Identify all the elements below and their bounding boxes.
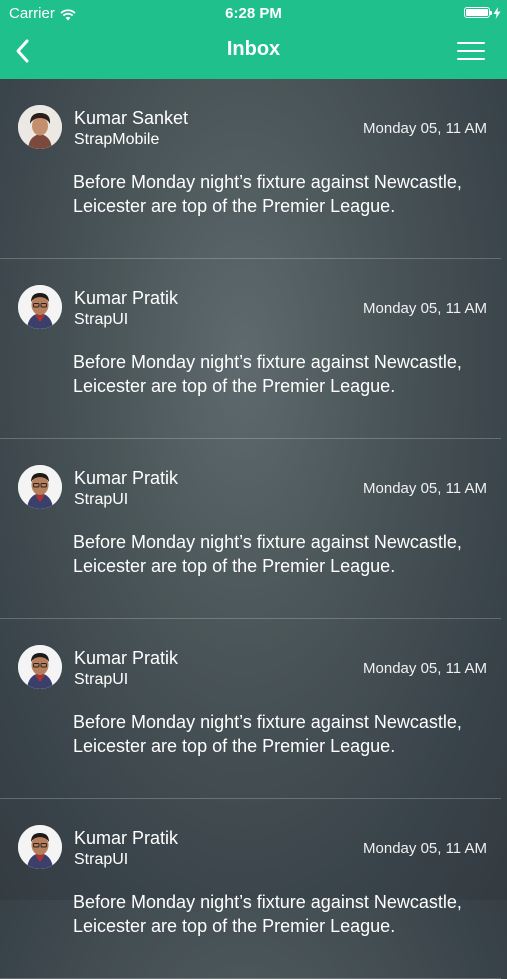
message-preview: Before Monday night’s fixture against Ne… — [73, 352, 462, 396]
sender-name: Kumar Pratik — [74, 468, 179, 488]
sender-name: Kumar Sanket — [74, 108, 189, 128]
avatar — [18, 285, 62, 329]
sender-name: Kumar Pratik — [74, 828, 179, 848]
status-time: 6:28 PM — [225, 5, 282, 22]
menu-button[interactable] — [457, 40, 487, 62]
sender-name: Kumar Pratik — [74, 288, 179, 308]
page-title: Inbox — [226, 38, 281, 60]
hamburger-menu-icon — [457, 42, 485, 44]
avatar — [18, 645, 62, 689]
message-item[interactable]: Kumar Sanket StrapMobile Monday 05, 11 A… — [0, 79, 501, 259]
charging-bolt-icon — [493, 6, 501, 19]
message-list: Kumar Sanket StrapMobile Monday 05, 11 A… — [0, 79, 507, 979]
sender-organization: StrapMobile — [74, 131, 160, 148]
message-timestamp: Monday 05, 11 AM — [363, 660, 487, 677]
message-timestamp: Monday 05, 11 AM — [363, 480, 487, 497]
message-preview: Before Monday night’s fixture against Ne… — [73, 172, 462, 216]
sender-name: Kumar Pratik — [74, 648, 179, 668]
message-item[interactable]: Kumar Pratik StrapUI Monday 05, 11 AM Be… — [0, 799, 501, 979]
message-timestamp: Monday 05, 11 AM — [363, 840, 487, 857]
sender-organization: StrapUI — [74, 491, 129, 508]
message-preview: Before Monday night’s fixture against Ne… — [73, 532, 462, 576]
message-timestamp: Monday 05, 11 AM — [363, 120, 487, 137]
message-item[interactable]: Kumar Pratik StrapUI Monday 05, 11 AM Be… — [0, 259, 501, 439]
sender-organization: StrapUI — [74, 311, 129, 328]
message-timestamp: Monday 05, 11 AM — [363, 300, 487, 317]
avatar — [18, 825, 62, 869]
battery-icon — [464, 6, 492, 18]
message-item[interactable]: Kumar Pratik StrapUI Monday 05, 11 AM Be… — [0, 619, 501, 799]
avatar — [18, 105, 62, 149]
avatar — [18, 465, 62, 509]
sender-organization: StrapUI — [74, 671, 129, 688]
message-preview: Before Monday night’s fixture against Ne… — [73, 712, 462, 756]
status-bar: Carrier 6:28 PM — [0, 0, 507, 28]
sender-organization: StrapUI — [74, 851, 129, 868]
app-header: Carrier 6:28 PM Inbox — [0, 0, 507, 79]
battery-indicator — [464, 6, 501, 19]
nav-bar: Inbox — [0, 28, 507, 79]
message-preview: Before Monday night’s fixture against Ne… — [73, 892, 462, 936]
message-item[interactable]: Kumar Pratik StrapUI Monday 05, 11 AM Be… — [0, 439, 501, 619]
